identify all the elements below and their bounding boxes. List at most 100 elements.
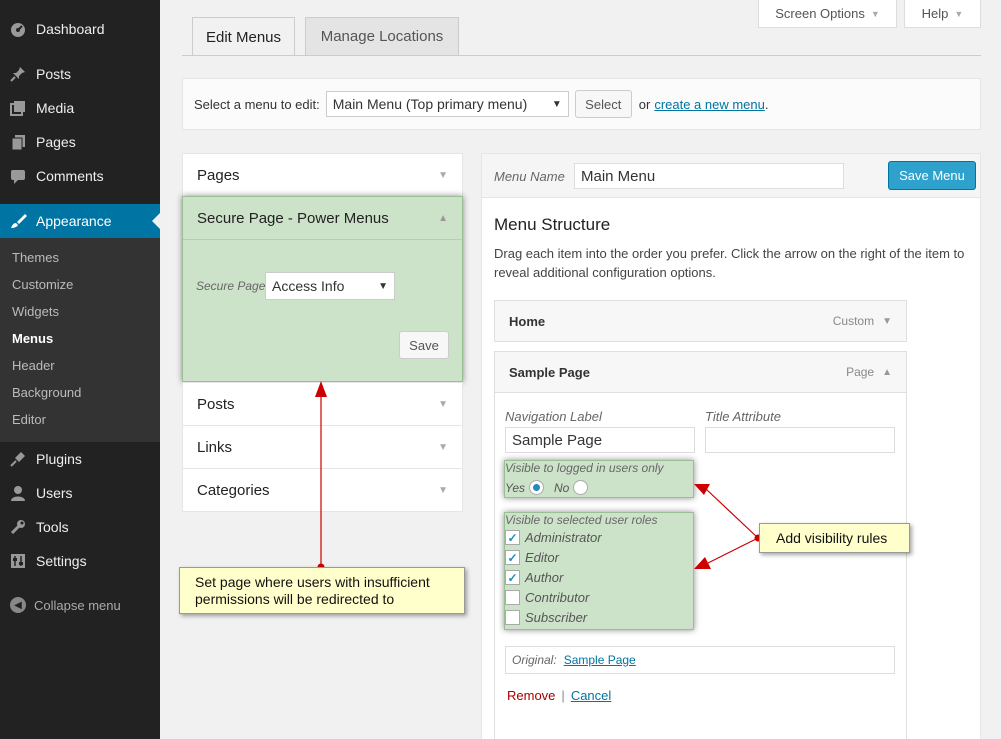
sidebar-item-pages[interactable]: Pages xyxy=(0,125,160,159)
checkbox-checked-icon[interactable]: ✓ xyxy=(505,570,520,585)
caret-down-icon[interactable]: ▼ xyxy=(882,316,892,327)
accordion-links[interactable]: Links ▼ xyxy=(182,425,463,469)
submenu-item-editor[interactable]: Editor xyxy=(12,412,46,427)
role-contributor[interactable]: Contributor xyxy=(505,590,589,605)
sidebar-item-users[interactable]: Users xyxy=(0,476,160,510)
accordion-title: Pages xyxy=(197,166,240,184)
title-attribute-caption: Title Attribute xyxy=(705,409,781,424)
menu-structure-title: Menu Structure xyxy=(494,215,611,234)
menu-item-sample-page[interactable]: Sample Page Page ▲ xyxy=(494,351,907,393)
sidebar-item-plugins[interactable]: Plugins xyxy=(0,442,160,476)
accordion-title: Posts xyxy=(197,395,235,413)
menu-item-title: Sample Page xyxy=(509,364,590,380)
menu-name-input[interactable]: Main Menu xyxy=(574,163,844,189)
sidebar-item-settings[interactable]: Settings xyxy=(0,544,160,578)
accordion-title: Links xyxy=(197,438,233,456)
accordion-secure-page[interactable]: Secure Page - Power Menus ▲ xyxy=(183,197,462,240)
sidebar-item-media[interactable]: Media xyxy=(0,91,160,125)
menu-item-meta: Custom ▼ xyxy=(833,314,892,328)
collapse-arrow-icon: ◀ xyxy=(10,597,26,613)
plug-icon xyxy=(0,450,36,468)
accordion-pages[interactable]: Pages ▼ xyxy=(182,153,463,197)
user-icon xyxy=(0,484,36,502)
caret-down-icon: ▼ xyxy=(870,8,880,19)
submenu-item-menus[interactable]: Menus xyxy=(12,331,53,346)
remove-link[interactable]: Remove xyxy=(507,688,555,703)
sidebar-item-label: Media xyxy=(36,100,75,116)
sidebar-item-comments[interactable]: Comments xyxy=(0,159,160,193)
settings-icon xyxy=(0,552,36,570)
comment-icon xyxy=(0,167,36,185)
accordion-posts[interactable]: Posts ▼ xyxy=(182,382,463,426)
secure-page-panel: Secure Page - Power Menus ▲ Secure Page … xyxy=(182,196,463,382)
admin-sidebar: Dashboard Posts Media Pages Comments App… xyxy=(0,0,160,739)
role-editor[interactable]: ✓ Editor xyxy=(505,550,559,565)
original-page-link[interactable]: Sample Page xyxy=(564,653,636,667)
collapse-menu-button[interactable]: ◀ Collapse menu xyxy=(10,597,121,613)
create-new-menu-link[interactable]: create a new menu xyxy=(654,97,765,112)
user-roles-caption: Visible to selected user roles xyxy=(505,513,658,527)
role-label: Subscriber xyxy=(525,610,588,625)
title-attribute-input[interactable] xyxy=(705,427,895,453)
sidebar-item-label: Posts xyxy=(36,66,72,82)
sidebar-item-label: Settings xyxy=(36,553,87,569)
yes-radio[interactable] xyxy=(529,480,545,495)
sidebar-item-tools[interactable]: Tools xyxy=(0,510,160,544)
yes-label: Yes xyxy=(505,480,526,495)
menu-item-type: Page xyxy=(846,365,875,379)
logged-in-visibility-box: Visible to logged in users only Yes No xyxy=(504,460,694,498)
logged-in-radio-group: Yes No xyxy=(505,480,589,495)
select-button[interactable]: Select xyxy=(574,90,632,118)
checkbox-empty-icon[interactable] xyxy=(505,610,520,625)
sidebar-item-dashboard[interactable]: Dashboard xyxy=(0,12,160,46)
select-menu-bar: Select a menu to edit: Main Menu (Top pr… xyxy=(182,78,981,130)
role-administrator[interactable]: ✓ Administrator xyxy=(505,530,602,545)
brush-icon xyxy=(0,212,36,230)
sidebar-item-label: Dashboard xyxy=(36,21,105,37)
accordion-title: Secure Page - Power Menus xyxy=(197,209,389,227)
submenu-item-background[interactable]: Background xyxy=(12,385,81,400)
radio-dot-icon xyxy=(533,484,541,491)
caret-down-icon: ▼ xyxy=(378,280,388,292)
save-menu-button[interactable]: Save Menu xyxy=(888,161,976,190)
checkbox-empty-icon[interactable] xyxy=(505,590,520,605)
sidebar-item-label: Comments xyxy=(36,168,104,184)
help-button[interactable]: Help ▼ xyxy=(904,0,981,28)
secure-page-save-button[interactable]: Save xyxy=(399,331,449,359)
visibility-callout: Add visibility rules xyxy=(759,523,910,553)
submenu-item-customize[interactable]: Customize xyxy=(12,277,73,292)
pin-icon xyxy=(0,65,36,83)
checkbox-checked-icon[interactable]: ✓ xyxy=(505,530,520,545)
menu-select-dropdown[interactable]: Main Menu (Top primary menu) ▼ xyxy=(325,91,569,117)
no-radio[interactable] xyxy=(573,480,589,495)
menu-name-label: Menu Name xyxy=(494,169,565,184)
redirect-callout: Set page where users with insufficient p… xyxy=(179,567,465,614)
role-label: Contributor xyxy=(525,590,590,605)
role-author[interactable]: ✓ Author xyxy=(505,570,563,585)
help-label: Help xyxy=(921,6,949,21)
sidebar-item-posts[interactable]: Posts xyxy=(0,57,160,91)
submenu-item-themes[interactable]: Themes xyxy=(12,250,59,265)
tab-edit-menus[interactable]: Edit Menus xyxy=(192,17,295,56)
accordion-title: Categories xyxy=(197,481,270,499)
cancel-link[interactable]: Cancel xyxy=(571,688,611,703)
menu-item-home[interactable]: Home Custom ▼ xyxy=(494,300,907,342)
menu-select-value: Main Menu (Top primary menu) xyxy=(332,96,528,112)
item-actions: Remove | Cancel xyxy=(507,688,611,703)
submenu-item-widgets[interactable]: Widgets xyxy=(12,304,59,319)
screen-options-button[interactable]: Screen Options ▼ xyxy=(758,0,897,28)
secure-page-select[interactable]: Access Info ▼ xyxy=(265,272,395,300)
caret-up-icon: ▲ xyxy=(438,212,448,224)
caret-up-icon[interactable]: ▲ xyxy=(882,367,892,378)
role-subscriber[interactable]: Subscriber xyxy=(505,610,587,625)
media-icon xyxy=(0,99,36,117)
original-label: Original: xyxy=(512,653,557,667)
accordion-categories[interactable]: Categories ▼ xyxy=(182,468,463,512)
navigation-label-input[interactable]: Sample Page xyxy=(505,427,695,453)
submenu-item-header[interactable]: Header xyxy=(12,358,55,373)
menu-structure-description: Drag each item into the order you prefer… xyxy=(494,246,965,280)
checkbox-checked-icon[interactable]: ✓ xyxy=(505,550,520,565)
sidebar-item-appearance[interactable]: Appearance xyxy=(0,204,160,238)
sidebar-item-label: Plugins xyxy=(36,451,82,467)
tab-manage-locations[interactable]: Manage Locations xyxy=(305,17,459,55)
